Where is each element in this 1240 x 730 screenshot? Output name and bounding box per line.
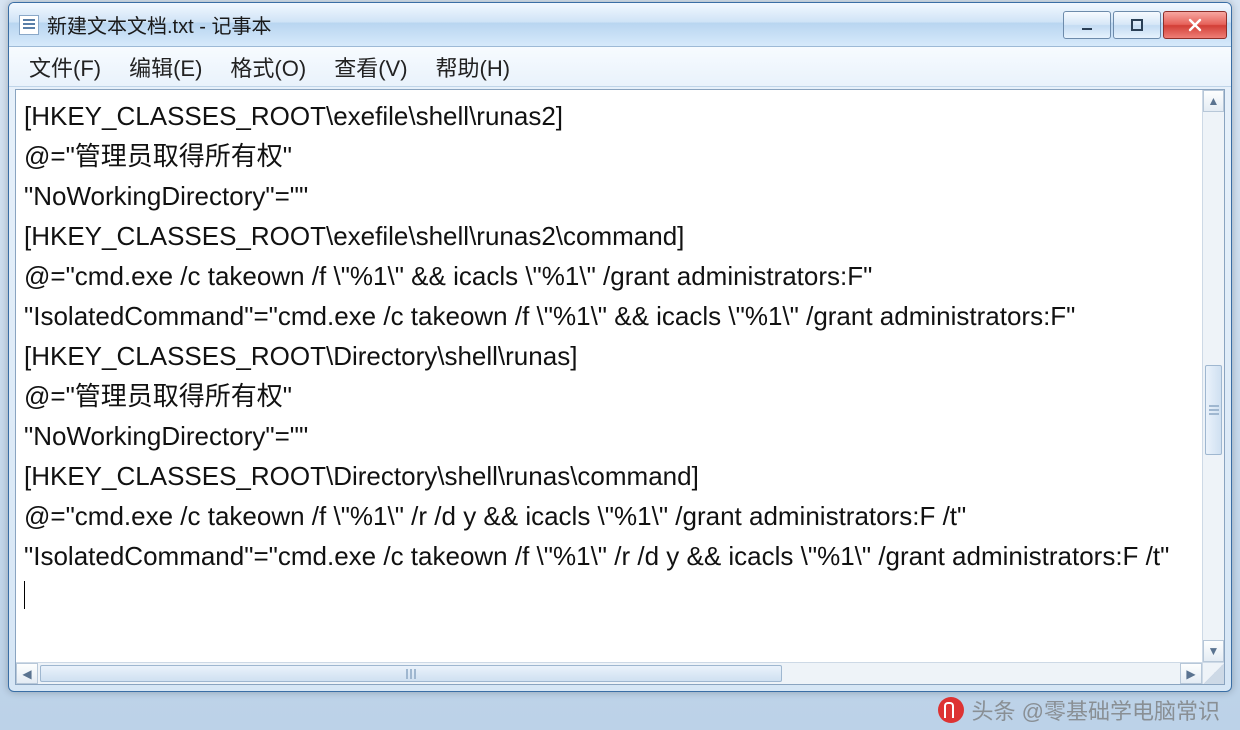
titlebar[interactable]: 新建文本文档.txt - 记事本	[9, 3, 1231, 47]
menu-view[interactable]: 查看(V)	[320, 47, 421, 87]
hscroll-track[interactable]	[38, 663, 1180, 684]
menu-help[interactable]: 帮助(H)	[422, 47, 525, 87]
vscroll-track[interactable]	[1203, 112, 1224, 640]
scroll-down-button[interactable]: ▼	[1203, 640, 1224, 662]
scroll-right-button[interactable]: ▶	[1180, 663, 1202, 684]
menu-edit[interactable]: 编辑(E)	[115, 47, 216, 87]
close-icon	[1186, 16, 1204, 34]
scroll-left-button[interactable]: ◀	[16, 663, 38, 684]
watermark-logo-icon	[938, 697, 964, 723]
minimize-button[interactable]	[1063, 11, 1111, 39]
notepad-icon	[19, 15, 39, 35]
horizontal-scrollbar[interactable]: ◀ ▶	[16, 662, 1202, 684]
text-wrap: [HKEY_CLASSES_ROOT\exefile\shell\runas2]…	[16, 90, 1224, 662]
close-button[interactable]	[1163, 11, 1227, 39]
watermark-text: 头条 @零基础学电脑常识	[972, 694, 1220, 726]
size-grip[interactable]	[1202, 662, 1224, 684]
text-editor[interactable]: [HKEY_CLASSES_ROOT\exefile\shell\runas2]…	[16, 90, 1202, 662]
scroll-up-button[interactable]: ▲	[1203, 90, 1224, 112]
maximize-icon	[1129, 17, 1145, 33]
vertical-scrollbar[interactable]: ▲ ▼	[1202, 90, 1224, 662]
notepad-window: 新建文本文档.txt - 记事本 文件(F) 编辑(E) 格式(O) 查看(V)…	[8, 2, 1232, 692]
client-area: [HKEY_CLASSES_ROOT\exefile\shell\runas2]…	[15, 89, 1225, 685]
minimize-icon	[1079, 17, 1095, 33]
maximize-button[interactable]	[1113, 11, 1161, 39]
window-controls	[1063, 11, 1227, 39]
vscroll-thumb[interactable]	[1205, 365, 1222, 455]
menubar: 文件(F) 编辑(E) 格式(O) 查看(V) 帮助(H)	[9, 47, 1231, 87]
hscroll-thumb[interactable]	[40, 665, 782, 682]
menu-file[interactable]: 文件(F)	[15, 47, 115, 87]
menu-format[interactable]: 格式(O)	[216, 47, 320, 87]
window-title: 新建文本文档.txt - 记事本	[47, 10, 271, 39]
watermark: 头条 @零基础学电脑常识	[938, 694, 1220, 726]
